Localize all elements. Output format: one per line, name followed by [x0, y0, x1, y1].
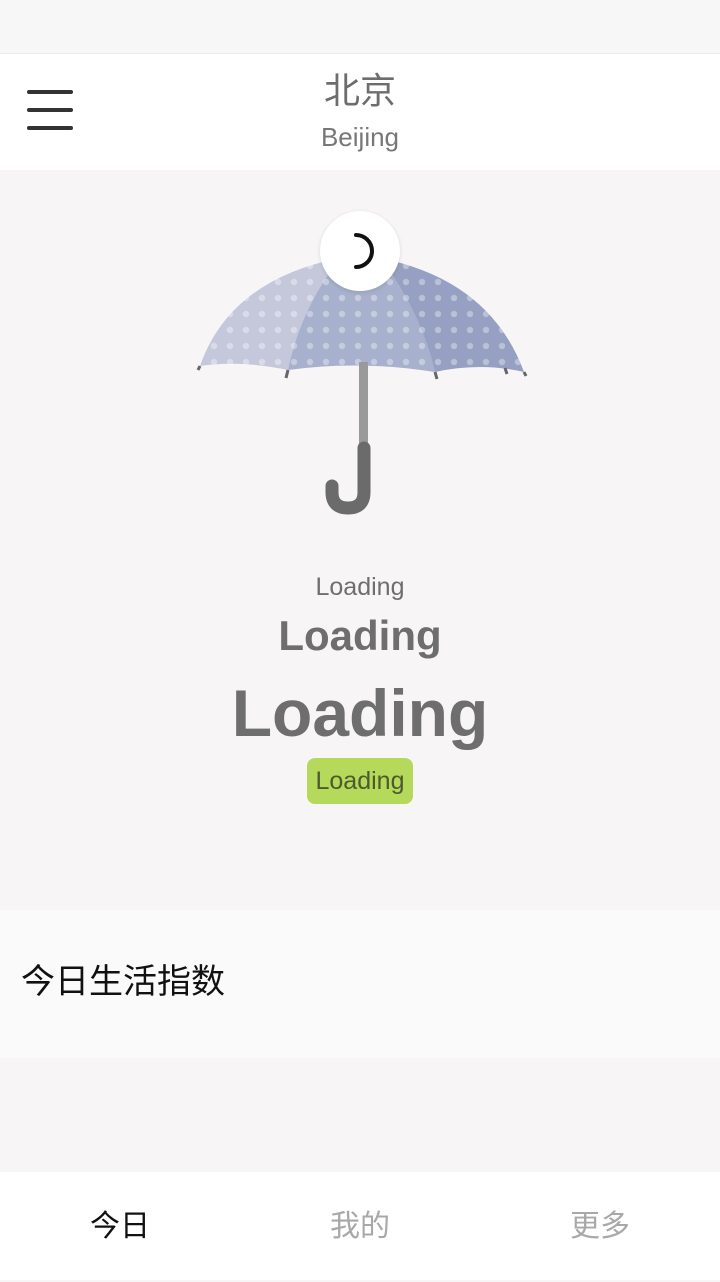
- tab-mine[interactable]: 我的: [240, 1172, 480, 1280]
- air-quality-badge: Loading: [307, 758, 413, 804]
- life-index-section: 今日生活指数: [0, 910, 720, 1058]
- life-index-title: 今日生活指数: [21, 962, 225, 1002]
- tab-today[interactable]: 今日: [0, 1172, 240, 1280]
- app-header: 北京 Beijing: [0, 54, 720, 170]
- weather-condition: Loading: [278, 612, 442, 659]
- weather-hero: Loading Loading Loading Loading: [0, 170, 720, 910]
- city-name-english: Beijing: [320, 122, 400, 152]
- loading-spinner-icon: [320, 211, 400, 291]
- tab-more[interactable]: 更多: [480, 1172, 720, 1280]
- temperature-value: Loading: [231, 676, 489, 750]
- city-name-chinese: 北京: [323, 71, 396, 112]
- bottom-navigation: 今日 我的 更多: [0, 1172, 720, 1280]
- status-bar: [0, 0, 720, 54]
- weather-description: Loading: [315, 573, 405, 601]
